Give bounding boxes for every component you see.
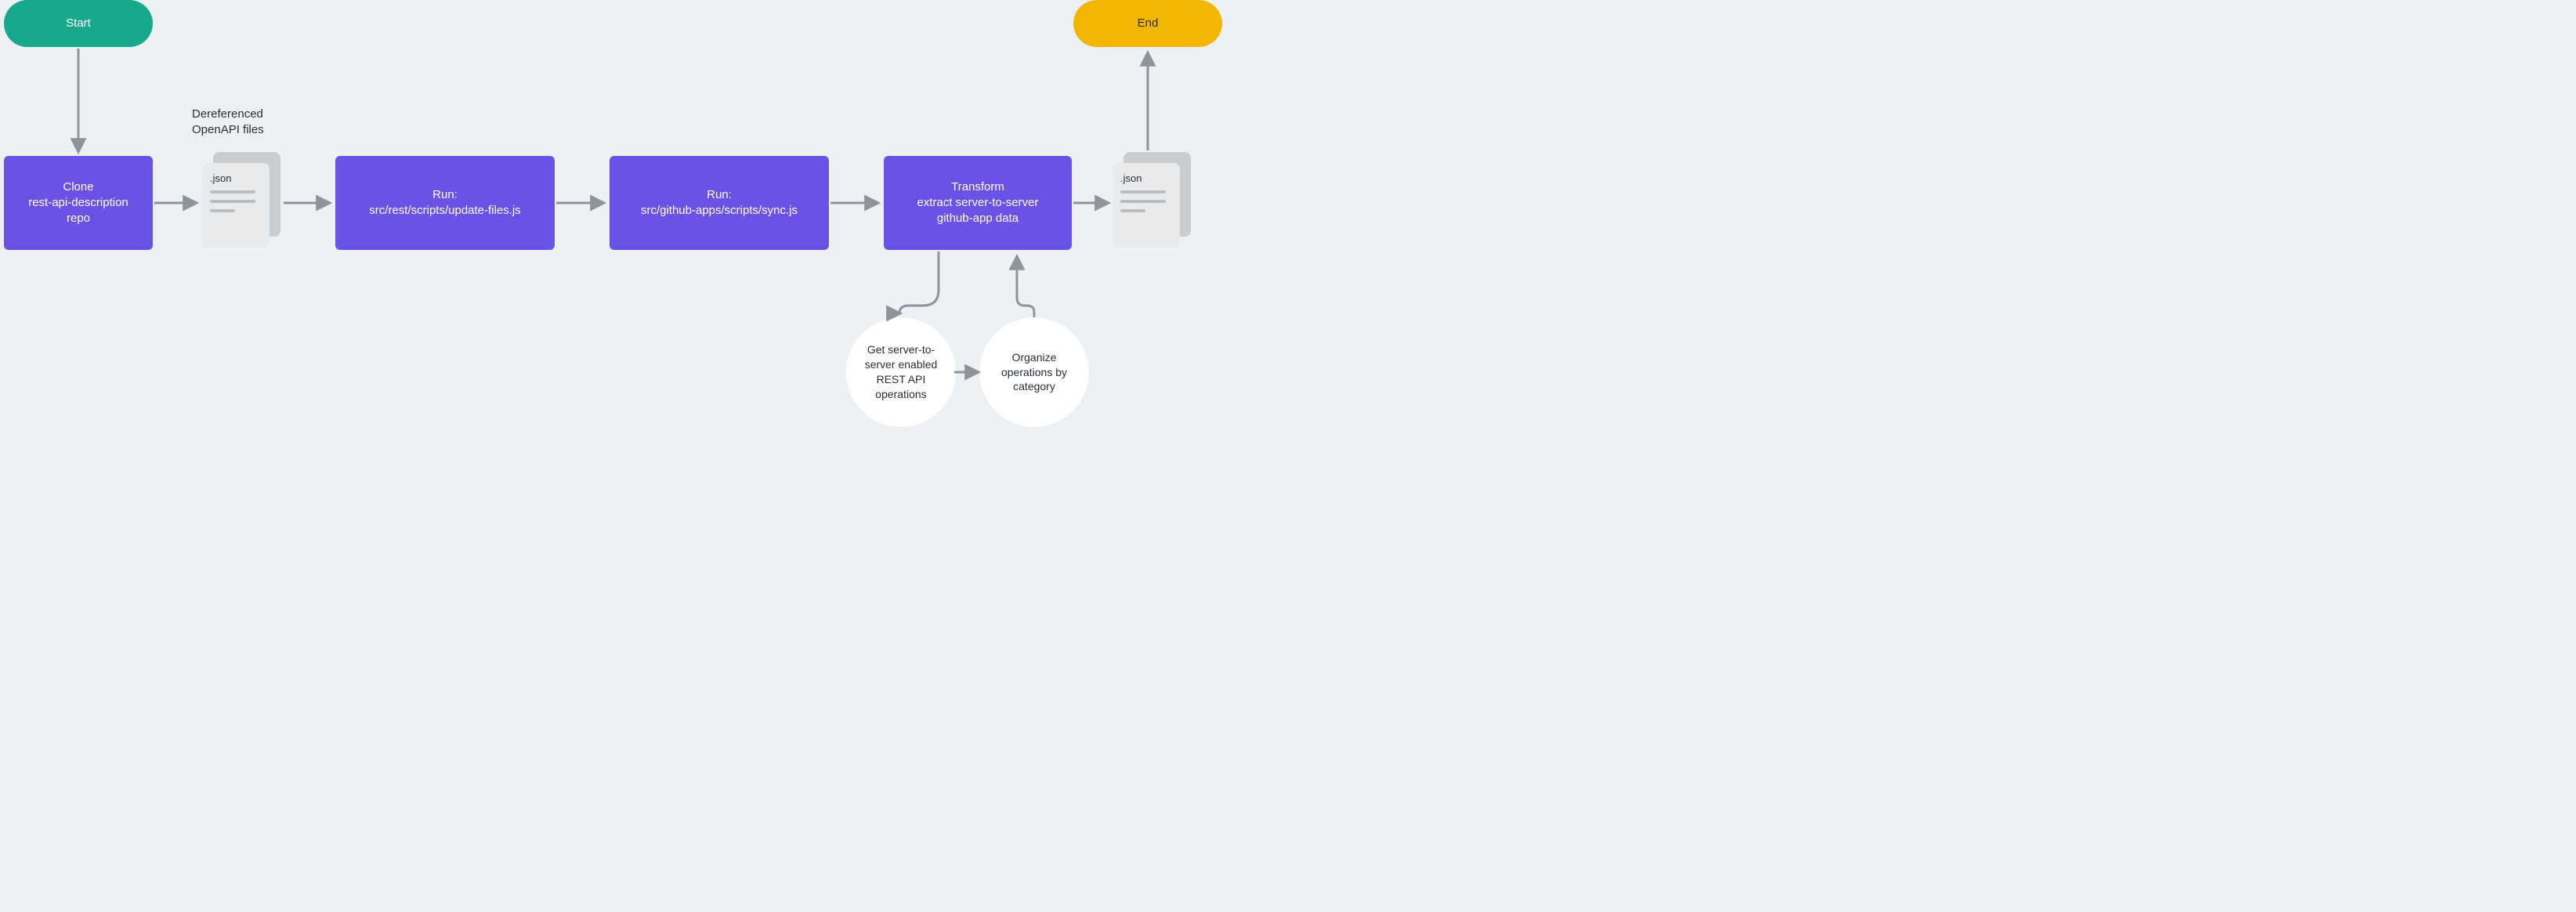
start-node: Start: [4, 0, 153, 47]
arrow-transform-circle1: [899, 252, 939, 313]
c1-l4: operations: [875, 387, 926, 402]
file-line-icon: [210, 190, 255, 194]
run2-l1: Run:: [707, 187, 732, 203]
file-line-icon: [1120, 209, 1145, 212]
file-line-icon: [1120, 200, 1166, 203]
c1-l3: REST API: [877, 372, 926, 387]
end-label: End: [1138, 16, 1159, 31]
file-stack-output-json: .json: [1113, 152, 1191, 249]
end-node: End: [1073, 0, 1222, 47]
file-front-sheet: .json: [202, 163, 270, 248]
clone-l1: Clone: [63, 179, 93, 195]
file1-ext: .json: [210, 172, 262, 184]
file-stack-deref-json: .json: [202, 152, 280, 249]
c2-l3: category: [1013, 379, 1055, 394]
clone-l2: rest-api-description: [28, 195, 128, 211]
c2-l1: Organize: [1012, 350, 1057, 365]
diagram-canvas: Start End Clone rest-api-description rep…: [0, 0, 1222, 456]
c2-l2: operations by: [1001, 365, 1067, 380]
clone-l3: repo: [67, 211, 90, 226]
run1-l2: src/rest/scripts/update-files.js: [369, 203, 520, 219]
file2-ext: .json: [1120, 172, 1172, 184]
file-line-icon: [210, 209, 235, 212]
file-front-sheet: .json: [1113, 163, 1180, 248]
start-label: Start: [66, 16, 91, 31]
process-run-sync: Run: src/github-apps/scripts/sync.js: [610, 156, 829, 250]
arrow-circle2-transform: [1017, 257, 1034, 317]
process-clone: Clone rest-api-description repo: [4, 156, 153, 250]
deref-l2: OpenAPI files: [192, 122, 264, 138]
transform-l3: github-app data: [937, 211, 1018, 226]
run2-l2: src/github-apps/scripts/sync.js: [641, 203, 798, 219]
c1-l1: Get server-to-: [867, 342, 935, 357]
process-run-update-files: Run: src/rest/scripts/update-files.js: [335, 156, 555, 250]
sub-get-operations: Get server-to- server enabled REST API o…: [846, 317, 956, 427]
deref-l1: Dereferenced: [192, 107, 264, 122]
c1-l2: server enabled: [865, 357, 938, 372]
transform-l2: extract server-to-server: [917, 195, 1038, 211]
deref-caption: Dereferenced OpenAPI files: [192, 107, 264, 137]
file-line-icon: [210, 200, 255, 203]
transform-l1: Transform: [951, 179, 1004, 195]
sub-organize-category: Organize operations by category: [979, 317, 1089, 427]
process-transform: Transform extract server-to-server githu…: [884, 156, 1072, 250]
run1-l1: Run:: [432, 187, 458, 203]
file-line-icon: [1120, 190, 1166, 194]
